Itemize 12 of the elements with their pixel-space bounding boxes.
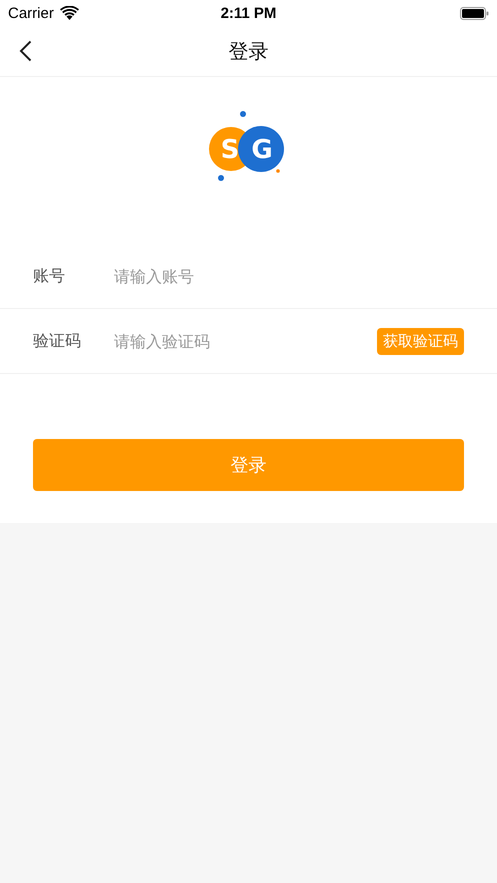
status-time: 2:11 PM bbox=[220, 4, 276, 22]
wifi-icon bbox=[60, 6, 79, 20]
field-label: 验证码 bbox=[33, 330, 82, 352]
get-code-button[interactable]: 获取验证码 bbox=[377, 328, 464, 354]
field-label: 账号 bbox=[33, 266, 66, 286]
nav-title: 登录 bbox=[228, 38, 268, 64]
input-field[interactable]: 请输入账号 bbox=[112, 266, 464, 286]
back-icon[interactable] bbox=[19, 40, 32, 62]
input-field[interactable]: 请输入验证码 bbox=[112, 330, 377, 352]
battery-icon bbox=[460, 6, 489, 20]
carrier-name: Carrier bbox=[8, 4, 54, 22]
login-button[interactable]: 登录 bbox=[33, 439, 464, 491]
